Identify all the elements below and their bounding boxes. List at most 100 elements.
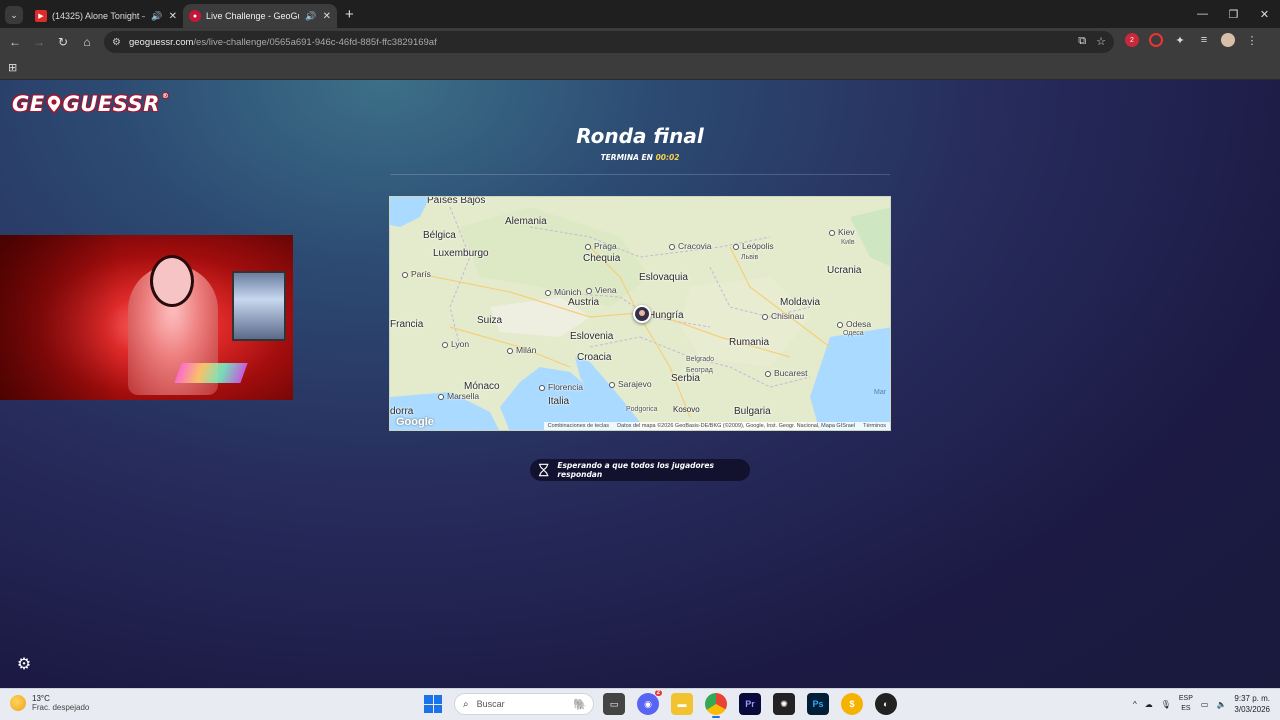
map-small-label: Mar — [874, 389, 887, 396]
tab-geoguessr[interactable]: ● Live Challenge - GeoGuessr 🔊 ✕ — [183, 4, 337, 28]
site-info-icon[interactable]: ⚙ — [112, 37, 121, 48]
map-label: Austria — [568, 297, 600, 308]
onedrive-icon[interactable]: ☁ — [1145, 700, 1153, 709]
task-view-icon[interactable]: ▭ — [603, 693, 625, 715]
round-title: Ronda final — [576, 124, 704, 148]
audio-icon[interactable]: 🔊 — [305, 11, 316, 22]
apps-grid-icon[interactable]: ⊞ — [8, 61, 17, 74]
map-city: Múnich — [545, 287, 581, 297]
audio-icon[interactable]: 🔊 — [151, 11, 162, 22]
weather-widget[interactable]: 13°C Frac. despejado — [10, 694, 89, 712]
logo-pin-icon — [45, 94, 62, 114]
webcam-keyboard — [174, 363, 248, 383]
discord-icon[interactable]: ◉ 2 — [637, 690, 662, 715]
close-tab-icon[interactable]: ✕ — [169, 11, 177, 22]
weather-temperature: 13°C — [32, 694, 50, 703]
install-app-icon[interactable]: ⧉ — [1078, 35, 1086, 48]
geoguessr-logo[interactable]: GE GUESSR ® — [12, 92, 169, 116]
profile-avatar-icon[interactable] — [1221, 33, 1235, 47]
language-indicator[interactable]: ESP ES — [1179, 694, 1193, 714]
photoshop-icon[interactable]: Ps — [807, 693, 829, 715]
map-city: Milán — [507, 345, 536, 355]
back-icon[interactable]: ← — [3, 35, 27, 49]
obs-icon[interactable]: ◐ — [875, 693, 897, 715]
ends-label: TERMINA EN — [600, 153, 653, 162]
reload-icon[interactable]: ↻ — [51, 35, 75, 49]
money-app-icon[interactable]: $ — [841, 693, 863, 715]
tab-title: Live Challenge - GeoGuessr — [206, 11, 299, 21]
time-remaining: 00:02 — [655, 153, 680, 162]
map-city: Viena — [586, 285, 617, 295]
media-controls-icon[interactable]: ≡ — [1197, 33, 1211, 47]
map-city: Chisinau — [762, 311, 804, 321]
webcam-shadow — [0, 235, 120, 400]
new-tab-button[interactable]: + — [345, 6, 354, 23]
keyboard-shortcuts-link[interactable]: Combinaciones de teclas — [548, 423, 609, 429]
map-city: Odesa — [837, 319, 871, 329]
map-small-label: Podgorica — [626, 406, 658, 413]
system-clock[interactable]: 9:37 p. m. 3/03/2026 — [1234, 693, 1270, 715]
map-label: Francia — [390, 319, 424, 330]
window-controls: — ❐ ✕ — [1187, 0, 1280, 28]
map-label: Rumania — [729, 337, 770, 348]
davinci-icon[interactable]: ✺ — [773, 693, 795, 715]
tab-title: (14325) Alone Tonight — A — [52, 11, 145, 21]
show-hidden-icons[interactable]: ^ — [1133, 700, 1137, 709]
map-label: Croacia — [577, 352, 612, 363]
premiere-icon[interactable]: Pr — [739, 693, 761, 715]
lang-bottom: ES — [1181, 705, 1191, 712]
search-icon: ⌕ — [463, 698, 469, 710]
address-bar[interactable]: ⚙ geoguessr.com/es/live-challenge/0565a6… — [104, 31, 1114, 53]
display-icon[interactable]: ▭ — [1201, 700, 1209, 709]
map-city: Cracovia — [669, 241, 712, 251]
map-label: Bulgaria — [734, 406, 771, 417]
microphone-icon[interactable]: 🎙 — [1161, 700, 1171, 709]
file-explorer-icon[interactable]: ▬ — [671, 693, 693, 715]
extensions-puzzle-icon[interactable]: ✦ — [1173, 33, 1187, 47]
tab-youtube[interactable]: ▶ (14325) Alone Tonight — A 🔊 ✕ — [29, 4, 183, 28]
weather-condition: Frac. despejado — [32, 703, 90, 712]
map-city: Florencia — [539, 382, 583, 392]
map-small-label: Belgrado — [686, 356, 715, 363]
clock-date: 3/03/2026 — [1234, 705, 1270, 714]
taskbar-search[interactable]: ⌕ Buscar 🐘 — [454, 693, 594, 715]
webcam-head — [150, 255, 194, 307]
map-data-credit: Datos del mapa ©2026 GeoBasis-DE/BKG (©2… — [617, 423, 856, 429]
record-extension-icon[interactable] — [1149, 33, 1163, 47]
map-label: Eslovaquia — [639, 272, 688, 283]
bookmarks-bar: ⊞ — [0, 56, 1280, 80]
maximize-icon[interactable]: ❐ — [1218, 0, 1249, 28]
browser-toolbar: ← → ↻ ⌂ ⚙ geoguessr.com/es/live-challeng… — [0, 28, 1280, 56]
map-city: Marsella — [438, 391, 479, 401]
discord-badge: 2 — [654, 690, 662, 696]
terms-link[interactable]: Términos — [863, 423, 886, 429]
close-tab-icon[interactable]: ✕ — [323, 11, 331, 22]
bookmark-star-icon[interactable]: ☆ — [1096, 35, 1106, 48]
hourglass-icon — [538, 463, 549, 477]
geoguessr-page: GE GUESSR ® Ronda final TERMINA EN 00:02 — [0, 80, 1280, 688]
logo-text: GE — [12, 92, 45, 116]
menu-kebab-icon[interactable]: ⋮ — [1245, 33, 1259, 47]
map-small-label: Львів — [741, 254, 759, 261]
search-placeholder: Buscar — [476, 699, 505, 709]
minimize-icon[interactable]: — — [1187, 0, 1218, 28]
youtube-icon: ▶ — [35, 10, 47, 22]
map-label: Hungría — [648, 310, 684, 321]
settings-gear-icon[interactable]: ⚙ — [14, 654, 34, 674]
map-small-label: Београд — [686, 367, 713, 374]
map-city: Bucarest — [765, 368, 808, 378]
forward-icon[interactable]: → — [27, 35, 51, 49]
chrome-icon[interactable] — [705, 693, 727, 718]
close-window-icon[interactable]: ✕ — [1249, 0, 1280, 28]
player-avatar-marker[interactable] — [633, 305, 651, 323]
results-map[interactable]: Países Bajos Alemania Bélgica Luxemburgo… — [389, 196, 891, 431]
map-city: París — [402, 269, 431, 279]
tab-search-icon[interactable]: ⌄ — [5, 6, 23, 24]
map-label: Alemania — [505, 216, 547, 227]
windows-start-icon[interactable] — [424, 695, 442, 713]
map-label: Países Bajos — [427, 196, 486, 206]
volume-icon[interactable]: 🔈 — [1216, 700, 1226, 709]
extension-badge-icon[interactable]: 2 — [1125, 33, 1139, 47]
map-small-label: Одеса — [843, 330, 864, 337]
home-icon[interactable]: ⌂ — [75, 35, 99, 49]
